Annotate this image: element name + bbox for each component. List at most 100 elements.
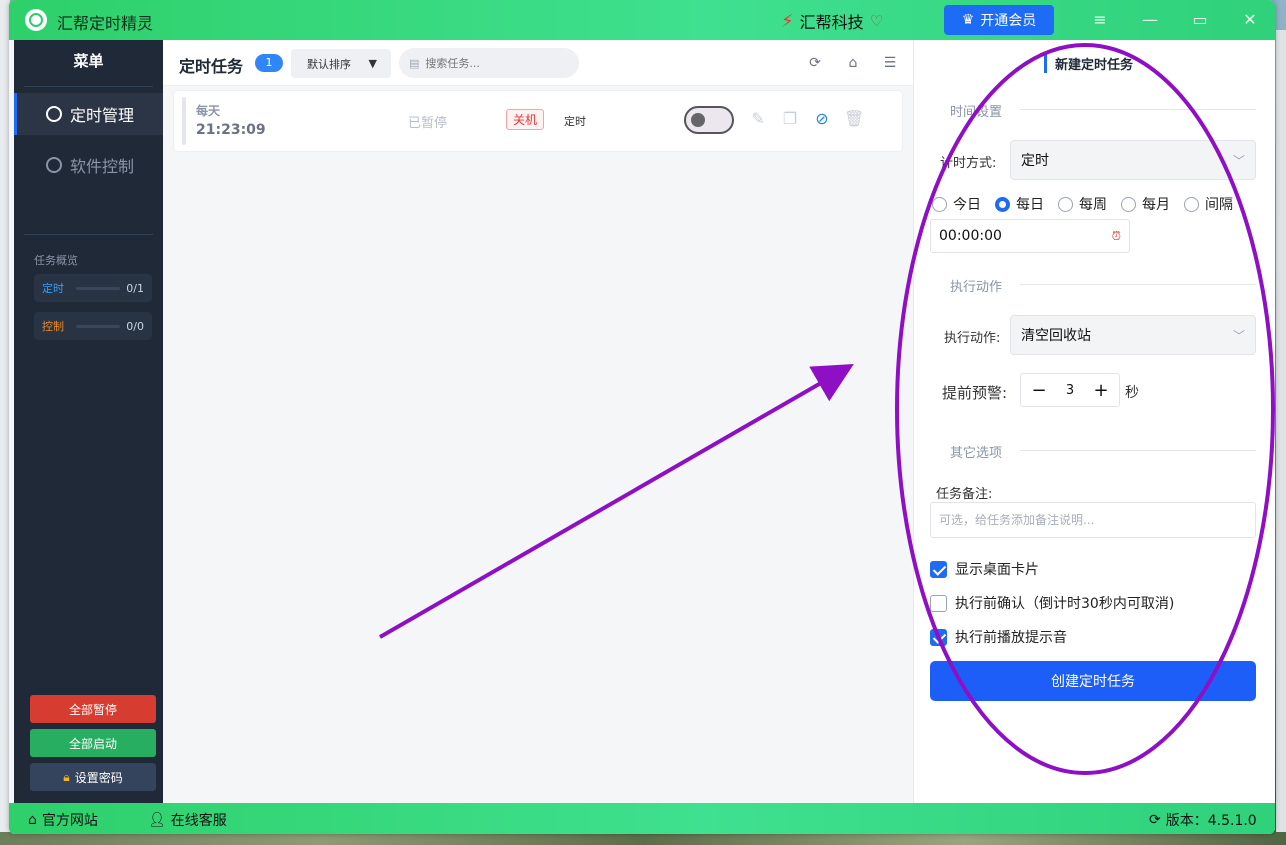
overview-card-control: 控制 0/0 — [34, 312, 152, 340]
radio-interval[interactable]: 间隔 — [1184, 194, 1233, 214]
disable-icon[interactable]: ⊘ — [812, 109, 832, 129]
minimize-button[interactable]: — — [1136, 8, 1164, 32]
toggle-knob — [691, 113, 705, 127]
support-link[interactable]: 👤︎ 在线客服 — [148, 810, 227, 830]
brand-name: 汇帮科技 — [799, 13, 864, 32]
edit-icon[interactable]: ✎ — [748, 109, 768, 129]
task-enable-toggle[interactable] — [684, 106, 734, 134]
radio-daily[interactable]: 每日 — [995, 194, 1044, 214]
brand-logo-icon: ⚡ — [781, 10, 794, 32]
chevron-down-icon: ﹀ — [1232, 153, 1245, 168]
divider — [1020, 450, 1256, 451]
overview-count: 0/0 — [126, 319, 144, 333]
task-list-area: 定时任务 1 默认排序 ▼ ▤ ⟳ ⌂ ☰ 每天 21:23:09 已暂停 关机… — [163, 40, 913, 803]
remark-input[interactable] — [930, 502, 1256, 538]
task-time: 21:23:09 — [196, 122, 266, 138]
radio-label: 每月 — [1142, 197, 1170, 213]
set-password-button[interactable]: 🔒︎ 设置密码 — [30, 763, 156, 791]
radio-button[interactable] — [995, 196, 1010, 212]
radio-weekly[interactable]: 每周 — [1058, 194, 1107, 214]
overview-progress — [76, 324, 121, 328]
menu-icon[interactable]: ≡ — [1086, 8, 1114, 32]
increment-button[interactable]: + — [1091, 380, 1111, 401]
search-doc-icon: ▤ — [409, 56, 420, 70]
action-label: 执行动作: — [944, 331, 1001, 346]
divider — [1020, 109, 1256, 110]
app-logo-icon — [25, 9, 47, 31]
search-box[interactable]: ▤ — [399, 48, 579, 78]
search-input[interactable] — [425, 56, 566, 70]
warning-unit: 秒 — [1125, 385, 1139, 401]
checkbox-show-desktop-card[interactable]: 显示桌面卡片 — [930, 559, 1039, 579]
radio-label: 今日 — [953, 197, 981, 213]
sidebar-item-software-control[interactable]: 软件控制 — [14, 144, 163, 186]
radio-label: 间隔 — [1205, 197, 1233, 213]
radio-label: 每日 — [1016, 197, 1044, 213]
refresh-icon[interactable]: ⟳ — [806, 54, 824, 72]
checkbox-play-sound[interactable]: 执行前播放提示音 — [930, 627, 1067, 647]
checkbox-confirm-before-run[interactable]: 执行前确认（倒计时30秒内可取消) — [930, 593, 1174, 613]
radio-today[interactable]: 今日 — [932, 194, 981, 214]
sort-label: 默认排序 — [307, 57, 351, 71]
pause-all-button[interactable]: 全部暂停 — [30, 695, 156, 723]
refresh-icon: ⟳ — [1149, 812, 1161, 828]
overview-label: 控制 — [42, 320, 64, 333]
maximize-button[interactable]: ▭ — [1186, 8, 1214, 32]
sidebar-item-schedule[interactable]: 定时管理 — [14, 93, 163, 135]
time-value: 00:00:00 — [939, 228, 1002, 244]
home-icon[interactable]: ⌂ — [844, 54, 862, 72]
radio-monthly[interactable]: 每月 — [1121, 194, 1170, 214]
caret-down-icon: ▼ — [368, 57, 377, 70]
menu-title: 菜单 — [73, 52, 104, 70]
remark-label: 任务备注: — [936, 487, 993, 502]
timing-mode-select[interactable]: 定时 ﹀ — [1010, 140, 1256, 180]
page-title: 定时任务 — [179, 57, 244, 76]
delete-icon[interactable]: 🗑︎ — [844, 109, 864, 129]
checkbox-label: 执行前确认（倒计时30秒内可取消) — [955, 596, 1175, 612]
checkbox[interactable] — [930, 560, 947, 578]
checkbox[interactable] — [930, 628, 947, 646]
close-button[interactable]: ✕ — [1236, 8, 1264, 32]
start-all-button[interactable]: 全部启动 — [30, 729, 156, 757]
status-bar: ⌂ 官方网站 👤︎ 在线客服 ⟳ 版本：4.5.1.0 — [9, 803, 1275, 834]
task-frequency: 每天 — [196, 104, 221, 118]
log-icon[interactable]: ☰ — [881, 54, 899, 72]
alarm-clock-icon[interactable]: ⏰︎ — [1112, 229, 1121, 244]
title-bar[interactable]: 汇帮定时精灵 ⚡ 汇帮科技 ♡ ♛ 开通会员 ≡ — ▭ ✕ — [9, 0, 1275, 40]
action-value: 清空回收站 — [1021, 328, 1091, 344]
decrement-button[interactable]: − — [1029, 380, 1049, 401]
task-row[interactable]: 每天 21:23:09 已暂停 关机 定时 ✎ ❐ ⊘ 🗑︎ — [173, 90, 903, 152]
version-info[interactable]: ⟳ 版本：4.5.1.0 — [1149, 810, 1257, 830]
checkbox-label: 执行前播放提示音 — [955, 630, 1067, 646]
vip-button-label: 开通会员 — [980, 13, 1037, 29]
desktop-background-right — [1276, 30, 1286, 845]
warning-value[interactable]: 3 — [1066, 383, 1074, 398]
radio-button[interactable] — [932, 196, 947, 212]
radio-button[interactable] — [1058, 196, 1073, 212]
action-select[interactable]: 清空回收站 ﹀ — [1010, 315, 1256, 355]
vip-button[interactable]: ♛ 开通会员 — [944, 5, 1054, 35]
divider — [24, 234, 153, 235]
task-type: 定时 — [564, 115, 586, 128]
divider — [24, 86, 153, 87]
checkbox[interactable] — [930, 594, 947, 612]
website-link[interactable]: ⌂ 官方网站 — [28, 810, 98, 830]
create-task-button[interactable]: 创建定时任务 — [930, 661, 1256, 701]
task-list-header: 定时任务 1 默认排序 ▼ ▤ ⟳ ⌂ ☰ — [163, 40, 913, 86]
copy-icon[interactable]: ❐ — [780, 109, 800, 129]
radio-button[interactable] — [1184, 196, 1199, 212]
sidebar-item-label: 软件控制 — [70, 157, 135, 176]
set-password-label: 设置密码 — [74, 770, 123, 785]
support-label: 在线客服 — [170, 813, 227, 829]
radio-button[interactable] — [1121, 196, 1136, 212]
section-action: 执行动作 — [950, 280, 1003, 295]
task-count-badge: 1 — [255, 54, 283, 72]
time-picker[interactable]: 00:00:00 ⏰︎ — [930, 219, 1130, 253]
app-window: 汇帮定时精灵 ⚡ 汇帮科技 ♡ ♛ 开通会员 ≡ — ▭ ✕ 菜单 定时管理 软… — [9, 0, 1275, 834]
sort-dropdown[interactable]: 默认排序 ▼ — [291, 49, 391, 78]
timing-mode-value: 定时 — [1021, 153, 1049, 169]
new-task-panel: 新建定时任务 时间设置 计时方式: 定时 ﹀ 今日 每日 每周 每月 间隔 00… — [913, 40, 1275, 803]
task-indicator — [182, 97, 186, 145]
warning-label: 提前预警: — [942, 384, 1008, 402]
checkbox-label: 显示桌面卡片 — [955, 562, 1039, 578]
